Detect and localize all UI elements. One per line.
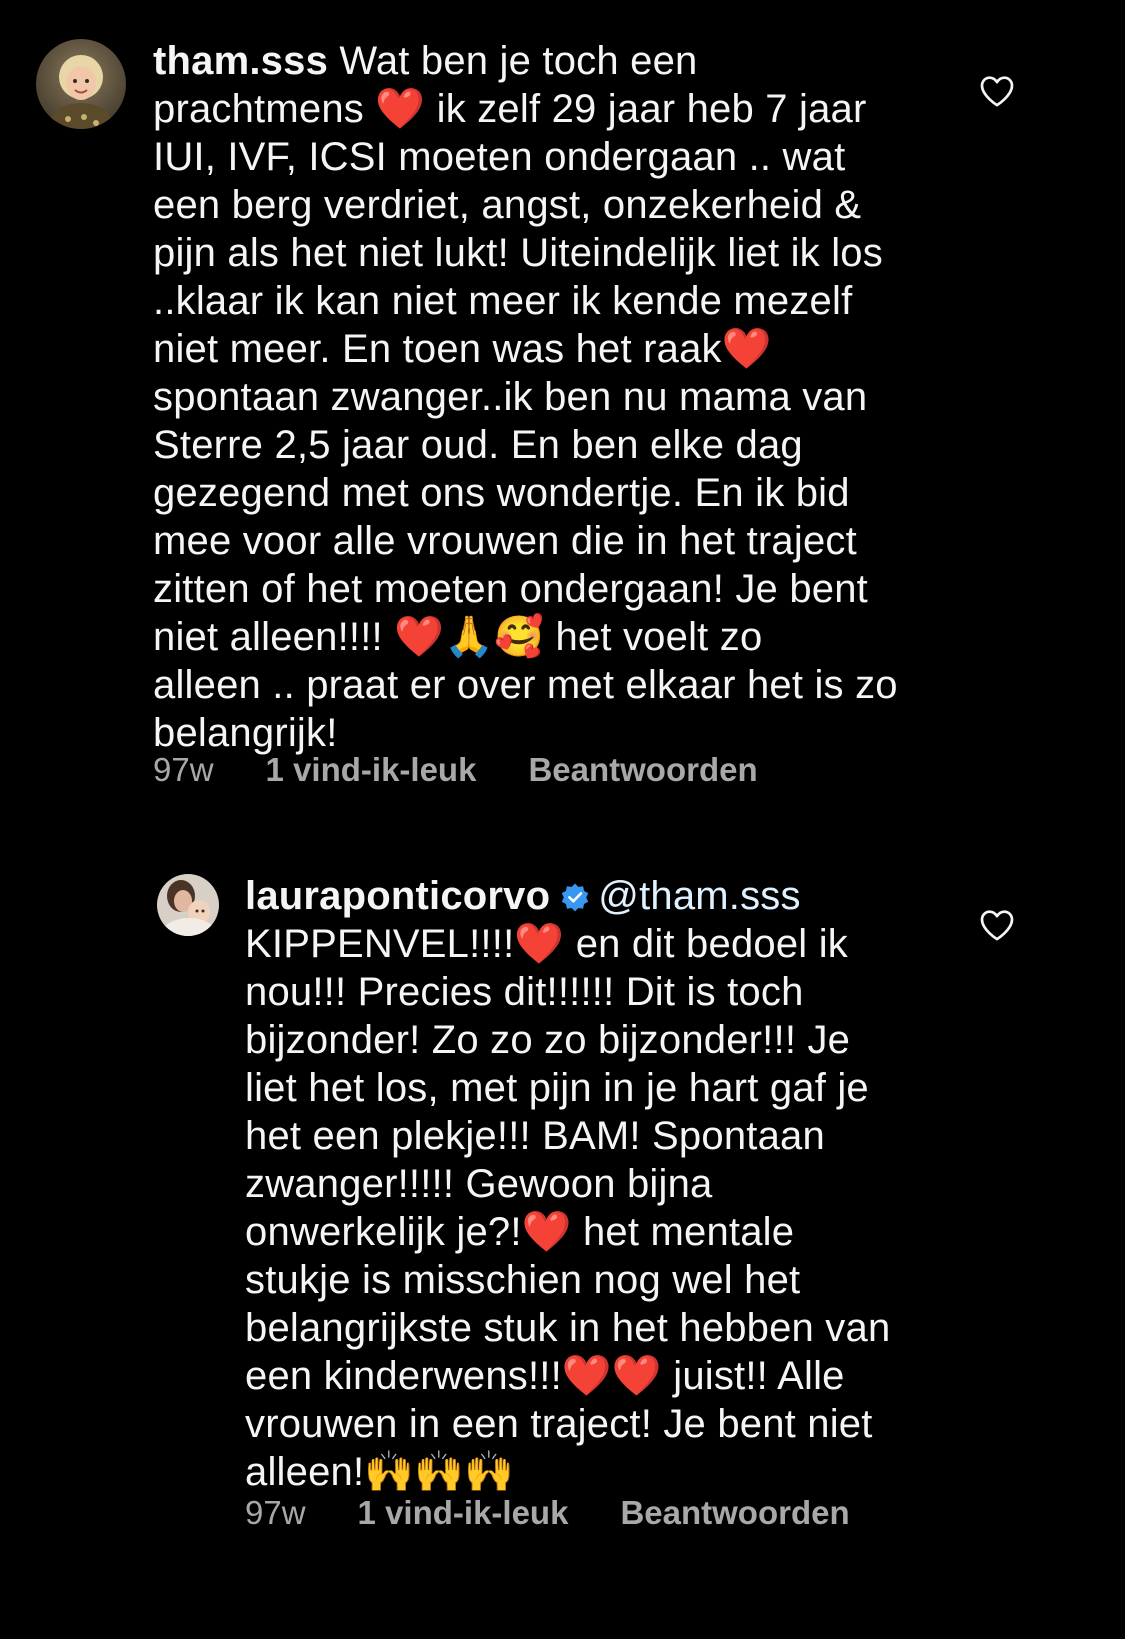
verified-badge-icon: [562, 883, 589, 912]
heart-outline-icon[interactable]: [976, 905, 1018, 945]
avatar[interactable]: [157, 874, 219, 936]
comment-meta: 97w 1 vind-ik-leuk Beantwoorden: [153, 750, 758, 790]
comment-mention[interactable]: @tham.sss: [598, 874, 800, 918]
reply-button[interactable]: Beantwoorden: [528, 750, 757, 790]
comment-like-count[interactable]: 1 vind-ik-leuk: [266, 750, 477, 790]
comment-text: Wat ben je toch een prachtmens ❤️ ik zel…: [153, 39, 898, 755]
family-photo-avatar-icon: [157, 874, 219, 936]
comment-meta: 97w 1 vind-ik-leuk Beantwoorden: [245, 1493, 850, 1533]
child-portrait-avatar-icon: [36, 39, 126, 129]
heart-outline-icon[interactable]: [976, 71, 1018, 111]
comment-timestamp: 97w: [245, 1494, 306, 1531]
comment-like-count[interactable]: 1 vind-ik-leuk: [358, 1493, 569, 1533]
comment-body: tham.sss Wat ben je toch een prachtmens …: [153, 37, 943, 757]
comment-body: lauraponticorvo @tham.sss KIPPENVEL!!!!❤️…: [245, 872, 965, 1496]
comment-username[interactable]: tham.sss: [153, 39, 328, 83]
avatar[interactable]: [36, 39, 126, 129]
reply-button[interactable]: Beantwoorden: [620, 1493, 849, 1533]
comment-username[interactable]: lauraponticorvo: [245, 874, 550, 918]
comment-text: KIPPENVEL!!!!❤️ en dit bedoel ik nou!!! …: [245, 922, 891, 1494]
comment-timestamp: 97w: [153, 751, 214, 788]
